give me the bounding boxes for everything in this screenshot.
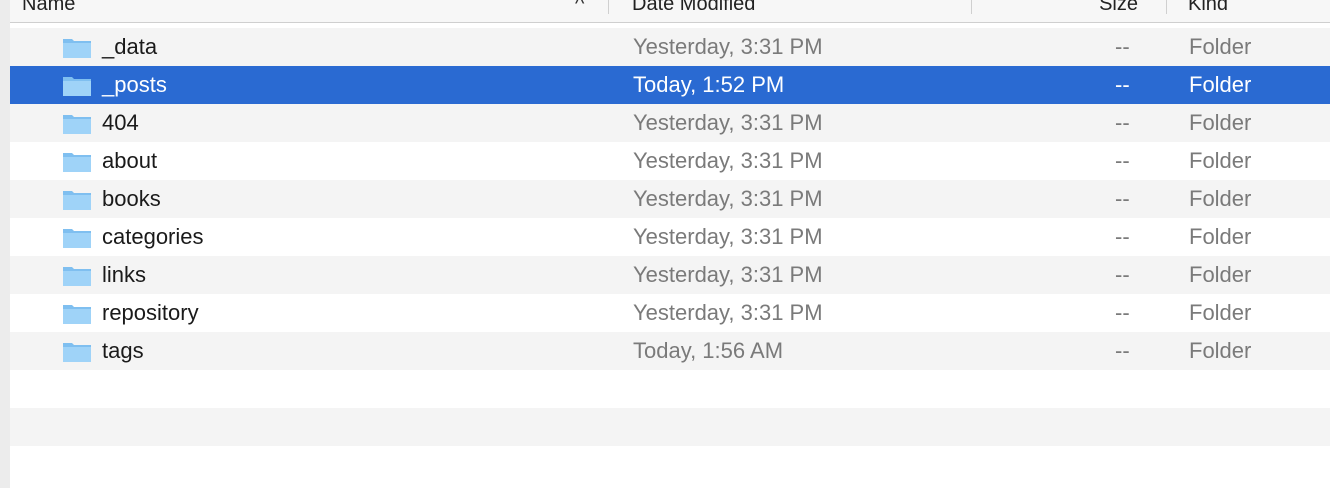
file-date-modified: Today, 1:56 AM	[633, 338, 784, 363]
file-date-modified: Yesterday, 3:31 PM	[633, 186, 823, 211]
file-size: --	[1115, 300, 1130, 325]
folder-icon	[63, 115, 91, 134]
file-name: about	[102, 148, 158, 173]
column-separator[interactable]	[1166, 0, 1167, 14]
file-size: --	[1115, 72, 1130, 97]
file-date-modified: Yesterday, 3:31 PM	[633, 300, 823, 325]
file-name: repository	[102, 300, 199, 325]
column-header-name[interactable]: Name	[22, 0, 607, 22]
file-size: --	[1115, 224, 1130, 249]
file-kind: Folder	[1189, 110, 1252, 135]
folder-icon	[63, 191, 91, 210]
column-header-size[interactable]: Size	[972, 0, 1138, 22]
file-kind: Folder	[1189, 300, 1252, 325]
folder-icon	[63, 77, 91, 96]
finder-list-view: Name ^ Date Modified Size Kind _data Yes…	[10, 0, 1330, 488]
file-size: --	[1115, 186, 1130, 211]
file-size: --	[1115, 262, 1130, 287]
column-header-bar: Name ^ Date Modified Size Kind	[10, 0, 1330, 23]
file-size: --	[1115, 110, 1130, 135]
file-list: _data Yesterday, 3:31 PM -- Folder _post…	[10, 28, 1330, 484]
column-header-date-modified[interactable]: Date Modified	[632, 0, 972, 22]
empty-row	[10, 370, 1330, 408]
folder-icon	[63, 305, 91, 324]
column-separator[interactable]	[608, 0, 609, 14]
empty-row	[10, 408, 1330, 446]
file-name: _posts	[102, 72, 167, 97]
column-header-kind[interactable]: Kind	[1188, 0, 1328, 22]
file-kind: Folder	[1189, 34, 1252, 59]
file-row[interactable]: _data Yesterday, 3:31 PM -- Folder	[10, 28, 1330, 66]
file-date-modified: Yesterday, 3:31 PM	[633, 224, 823, 249]
file-name: links	[102, 262, 147, 287]
file-kind: Folder	[1189, 262, 1252, 287]
file-date-modified: Yesterday, 3:31 PM	[633, 110, 823, 135]
file-date-modified: Yesterday, 3:31 PM	[633, 262, 823, 287]
file-kind: Folder	[1189, 224, 1252, 249]
file-size: --	[1115, 34, 1130, 59]
file-kind: Folder	[1189, 148, 1252, 173]
file-date-modified: Yesterday, 3:31 PM	[633, 148, 823, 173]
file-row-selected[interactable]: _posts Today, 1:52 PM -- Folder	[10, 66, 1330, 104]
file-row[interactable]: 404 Yesterday, 3:31 PM -- Folder	[10, 104, 1330, 142]
file-name: books	[102, 186, 161, 211]
file-name: tags	[102, 338, 144, 363]
file-date-modified: Today, 1:52 PM	[633, 72, 785, 97]
file-row[interactable]: books Yesterday, 3:31 PM -- Folder	[10, 180, 1330, 218]
folder-icon	[63, 229, 91, 248]
file-size: --	[1115, 338, 1130, 363]
file-row[interactable]: about Yesterday, 3:31 PM -- Folder	[10, 142, 1330, 180]
file-kind: Folder	[1189, 186, 1252, 211]
folder-icon	[63, 153, 91, 172]
file-name: categories	[102, 224, 204, 249]
empty-row	[10, 446, 1330, 484]
file-row[interactable]: repository Yesterday, 3:31 PM -- Folder	[10, 294, 1330, 332]
folder-icon	[63, 267, 91, 286]
file-name: _data	[102, 34, 158, 59]
file-size: --	[1115, 148, 1130, 173]
file-row[interactable]: categories Yesterday, 3:31 PM -- Folder	[10, 218, 1330, 256]
file-kind: Folder	[1189, 72, 1252, 97]
file-row[interactable]: links Yesterday, 3:31 PM -- Folder	[10, 256, 1330, 294]
file-date-modified: Yesterday, 3:31 PM	[633, 34, 823, 59]
folder-icon	[63, 343, 91, 362]
folder-icon	[63, 39, 91, 58]
file-row[interactable]: tags Today, 1:56 AM -- Folder	[10, 332, 1330, 370]
file-kind: Folder	[1189, 338, 1252, 363]
sort-indicator-icon: ^	[575, 0, 585, 15]
file-name: 404	[102, 110, 139, 135]
